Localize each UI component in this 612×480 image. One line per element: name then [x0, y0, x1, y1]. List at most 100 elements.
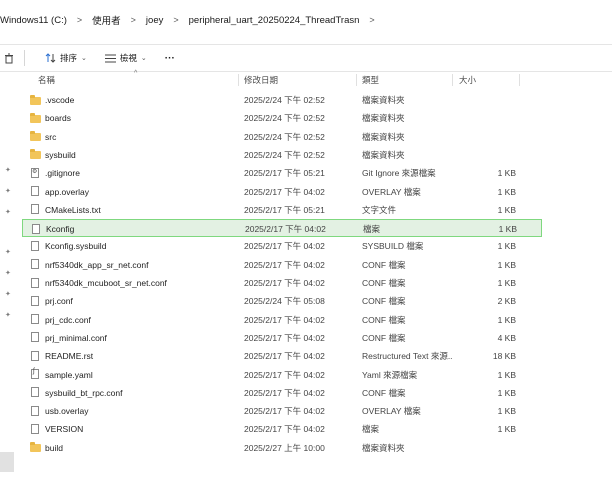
file-row[interactable]: usb.overlay 2025/2/17 下午 04:02 OVERLAY 檔案 1…: [22, 402, 542, 420]
chevron-right-icon: >: [173, 15, 179, 25]
file-row[interactable]: Kconfig.sysbuild 2025/2/17 下午 04:02 SYSBUI…: [22, 237, 542, 255]
file-size: 1 KB: [497, 259, 516, 270]
file-type: 檔案資料夾: [362, 442, 405, 453]
navigation-scrollbar[interactable]: [0, 452, 14, 472]
file-type: OVERLAY 檔案: [362, 406, 421, 417]
pin-icon[interactable]: ✦: [5, 209, 13, 217]
breadcrumb-label: Windows11 (C:): [0, 14, 67, 26]
file-type: CONF 檔案: [362, 259, 406, 270]
toolbar-divider: [24, 50, 25, 66]
sort-icon: [45, 53, 56, 63]
file-name: CMakeLists.txt: [45, 204, 101, 215]
file-size: 1 KB: [497, 387, 516, 398]
file-date: 2025/2/17 下午 04:02: [244, 387, 325, 398]
column-label: 修改日期: [244, 75, 279, 85]
file-type: 文字文件: [362, 204, 397, 215]
breadcrumb-label: peripheral_uart_20250224_ThreadTrasn: [188, 14, 360, 26]
sort-button[interactable]: 排序 ⌄: [39, 47, 93, 69]
file-row[interactable]: .gitignore 2025/2/17 下午 05:21 Git Ignore 來…: [22, 164, 542, 182]
view-button[interactable]: 檢視 ⌄: [99, 47, 153, 69]
file-size: 1 KB: [497, 168, 516, 179]
command-bar: 排序 ⌄ 檢視 ⌄ ···: [0, 44, 612, 72]
file-size: 1 KB: [497, 204, 516, 215]
file-size: 18 KB: [492, 351, 516, 362]
chevron-right-icon: >: [130, 15, 136, 25]
file-row[interactable]: prj_minimal.conf 2025/2/17 下午 04:02 CONF 檔…: [22, 329, 542, 347]
file-icon: [31, 405, 39, 416]
file-row[interactable]: build 2025/2/27 上午 10:00 檔案資料夾: [22, 439, 542, 457]
pin-icon[interactable]: ✦: [5, 188, 13, 196]
pin-icon[interactable]: ✦: [5, 270, 13, 278]
column-header: ^ 名稱 修改日期 類型 大小: [22, 70, 542, 87]
navigation-pane: ✦ ✦ ✦ ✦ ✦ ✦ ✦: [0, 72, 16, 480]
file-row[interactable]: prj_cdc.conf 2025/2/17 下午 04:02 CONF 檔案 1 K…: [22, 311, 542, 329]
file-name: prj_minimal.conf: [45, 332, 107, 343]
file-date: 2025/2/17 下午 05:21: [244, 168, 325, 179]
breadcrumb-item-project[interactable]: peripheral_uart_20250224_ThreadTrasn: [189, 15, 360, 26]
column-date[interactable]: 修改日期: [244, 73, 356, 87]
file-row[interactable]: sample.yaml 2025/2/17 下午 04:02 Yaml 來源檔案 1 …: [22, 366, 542, 384]
file-size: 4 KB: [497, 332, 516, 343]
breadcrumb-label: joey: [145, 14, 164, 26]
pin-icon[interactable]: ✦: [5, 249, 13, 257]
file-row[interactable]: nrf5340dk_mcuboot_sr_net.conf 2025/2/17 下…: [22, 274, 542, 292]
file-row[interactable]: boards 2025/2/24 下午 02:52 檔案資料夾: [22, 109, 542, 127]
file-row[interactable]: nrf5340dk_app_sr_net.conf 2025/2/17 下午 04…: [22, 256, 542, 274]
content-scrollbar[interactable]: [606, 72, 612, 480]
column-divider[interactable]: [356, 74, 357, 86]
file-name: VERSION: [45, 424, 84, 435]
file-row[interactable]: README.rst 2025/2/17 下午 04:02 Restructured…: [22, 347, 542, 365]
file-type: 檔案: [362, 424, 380, 435]
file-row-selected[interactable]: Kconfig 2025/2/17 下午 04:02 檔案 1 KB: [22, 219, 542, 238]
file-name: .gitignore: [45, 168, 80, 179]
file-size: [454, 128, 516, 146]
column-divider[interactable]: [452, 74, 453, 86]
file-row[interactable]: app.overlay 2025/2/17 下午 04:02 OVERLAY 檔案 1…: [22, 183, 542, 201]
breadcrumb-item-user[interactable]: joey: [146, 15, 163, 26]
file-row[interactable]: sysbuild 2025/2/24 下午 02:52 檔案資料夾: [22, 146, 542, 164]
file-row[interactable]: CMakeLists.txt 2025/2/17 下午 05:21 文字文件 1 KB: [22, 201, 542, 219]
trash-icon: [5, 53, 13, 63]
delete-button[interactable]: [0, 47, 20, 69]
column-divider[interactable]: [238, 74, 239, 86]
file-row[interactable]: prj.conf 2025/2/24 下午 05:08 CONF 檔案 2 KB: [22, 292, 542, 310]
breadcrumb-item-drive[interactable]: Windows11 (C:): [0, 15, 67, 26]
file-type: 檔案資料夾: [362, 95, 405, 105]
file-type: CONF 檔案: [362, 278, 406, 288]
file-type: OVERLAY 檔案: [362, 186, 421, 197]
file-row[interactable]: VERSION 2025/2/17 下午 04:02 檔案 1 KB: [22, 420, 542, 438]
file-row[interactable]: .vscode 2025/2/24 下午 02:52 檔案資料夾: [22, 91, 542, 109]
column-divider[interactable]: [519, 74, 520, 86]
file-name: prj_cdc.conf: [45, 314, 91, 325]
file-type: 檔案資料夾: [362, 113, 405, 124]
folder-icon: [30, 442, 41, 453]
file-icon: [31, 314, 39, 325]
file-name: build: [45, 442, 63, 453]
file-size: 2 KB: [497, 296, 516, 307]
file-row[interactable]: src 2025/2/24 下午 02:52 檔案資料夾: [22, 128, 542, 146]
pin-icon[interactable]: ✦: [5, 291, 13, 299]
file-date: 2025/2/24 下午 05:08: [244, 296, 325, 307]
file-icon: [31, 204, 39, 215]
column-name[interactable]: 名稱: [38, 73, 238, 87]
pin-icon[interactable]: ✦: [5, 312, 13, 320]
folder-icon: [30, 112, 41, 123]
file-type: Git Ignore 來源檔案: [362, 168, 436, 179]
file-name: boards: [45, 113, 71, 124]
file-date: 2025/2/17 下午 04:02: [244, 241, 325, 252]
pin-icon[interactable]: ✦: [5, 167, 13, 175]
file-size: 1 KB: [497, 186, 516, 197]
file-date: 2025/2/17 下午 04:02: [244, 424, 325, 435]
file-date: 2025/2/17 下午 05:21: [244, 204, 325, 215]
file-row[interactable]: sysbuild_bt_rpc.conf 2025/2/17 下午 04:02 CO…: [22, 384, 542, 402]
file-date: 2025/2/17 下午 04:02: [244, 259, 325, 270]
file-name: README.rst: [45, 351, 94, 362]
breadcrumb-item-users[interactable]: 使用者: [92, 13, 121, 27]
file-icon: [31, 259, 39, 270]
column-size[interactable]: 大小: [459, 73, 519, 87]
column-type[interactable]: 類型: [362, 73, 452, 87]
file-date: 2025/2/24 下午 02:52: [244, 149, 325, 160]
more-options-button[interactable]: ···: [159, 47, 181, 69]
file-name: app.overlay: [45, 186, 89, 197]
file-name: sample.yaml: [45, 369, 93, 380]
